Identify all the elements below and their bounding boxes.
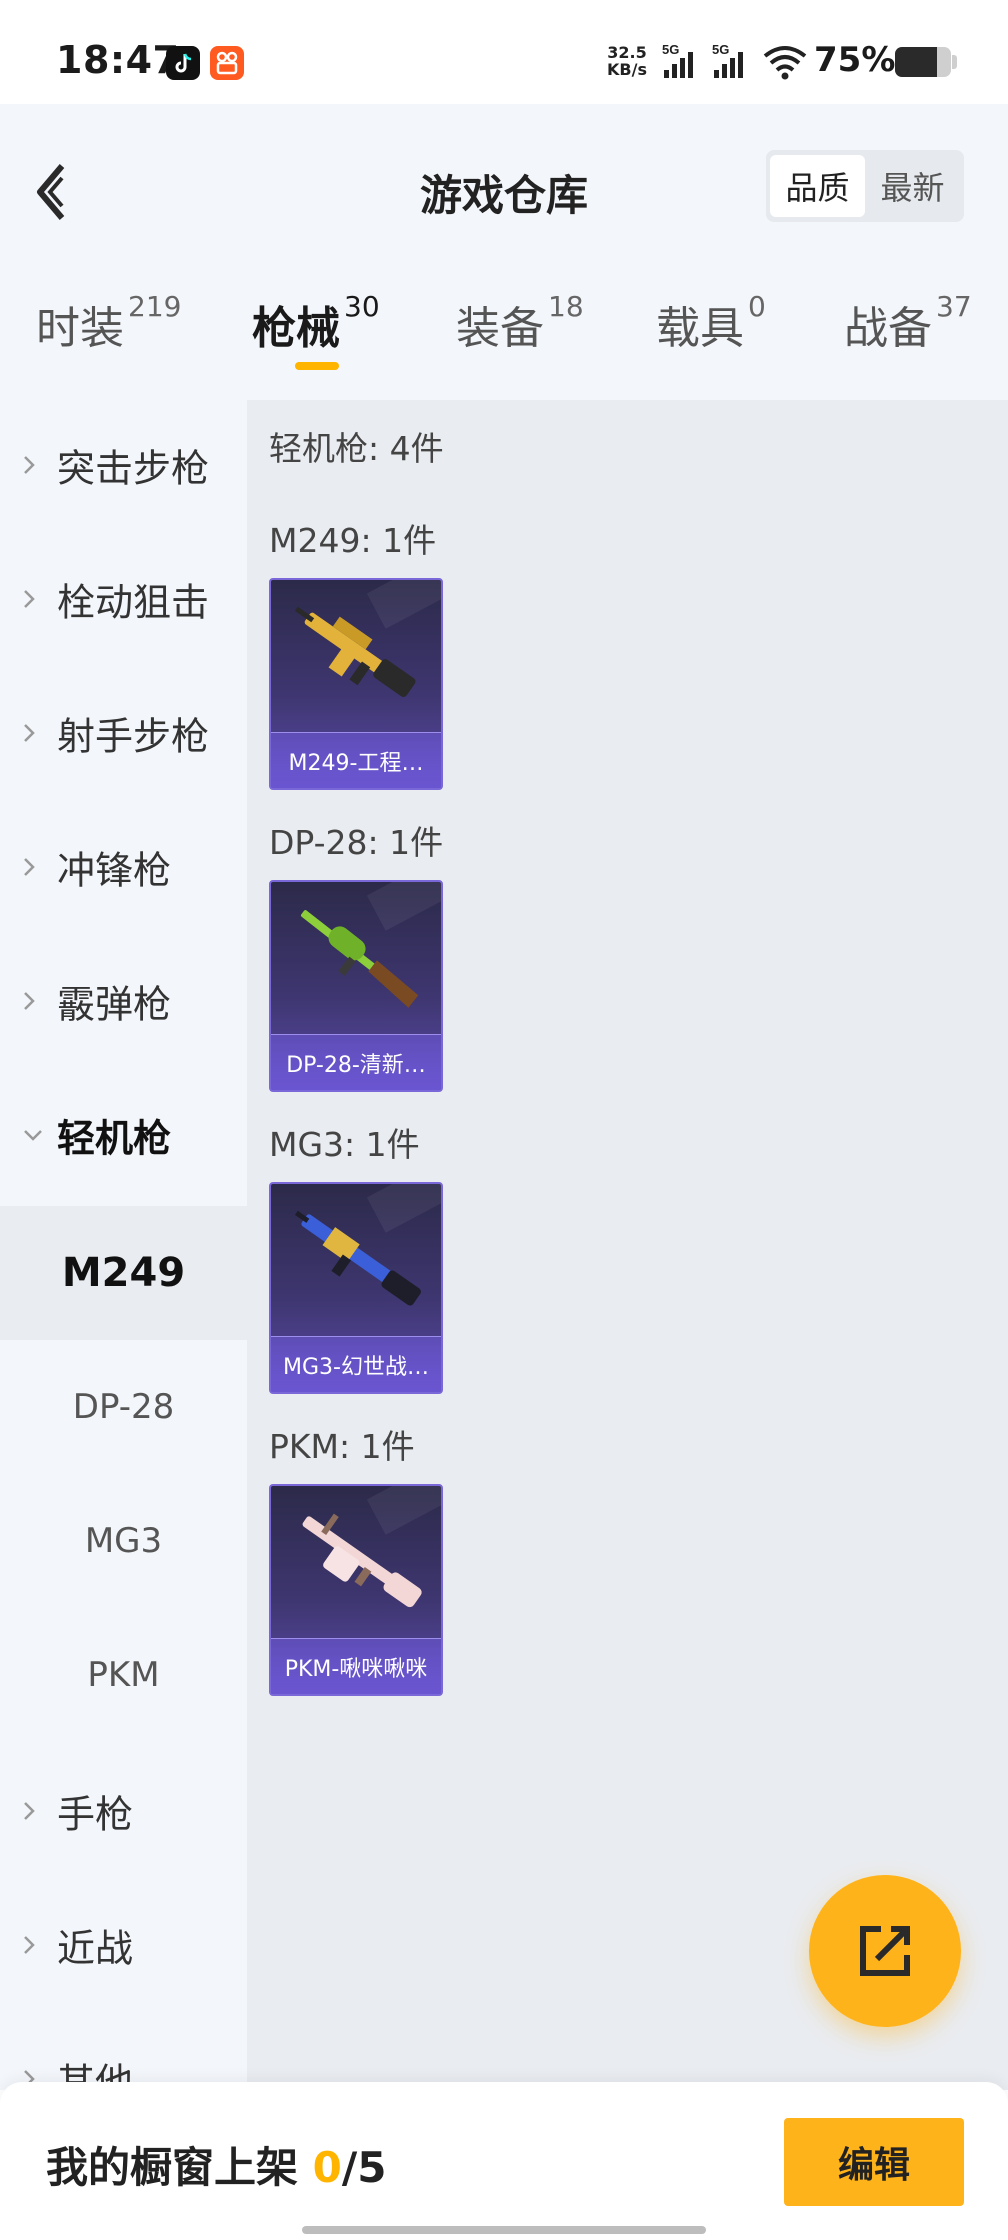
tab-label: 装备 [456, 303, 544, 354]
share-button[interactable] [809, 1875, 961, 2027]
item-name: PKM-啾咪啾咪 [271, 1638, 441, 1694]
tab-label: 战备 [844, 303, 932, 354]
item-card[interactable]: MG3-幻世战… [269, 1182, 443, 1394]
item-name: MG3-幻世战… [271, 1336, 441, 1392]
showcase-footer: 我的橱窗上架 0/5 编辑 [0, 2082, 1008, 2240]
sidebar-item-label: 近战 [57, 1926, 134, 1971]
sidebar-subitem-dp28[interactable]: DP-28 [0, 1340, 247, 1474]
battery-icon [895, 47, 951, 77]
sidebar-item-shotgun[interactable]: 霰弹枪 [0, 934, 247, 1068]
item-card[interactable]: M249-工程… [269, 578, 443, 790]
chevron-right-icon [24, 590, 35, 608]
header: 游戏仓库 品质 最新 时装 219 枪械 30 装备 18 载具 0 战备 37 [0, 104, 1008, 400]
chevron-right-icon [24, 1936, 35, 1954]
chevron-right-icon [24, 1802, 35, 1820]
item-list: 轻机枪: 4件 M249: 1件 M249-工程… DP-28: 1件 DP-2… [247, 400, 1008, 2090]
showcase-current-count: 0 [312, 2143, 342, 2192]
sidebar-item-other[interactable]: 其他 [0, 2012, 247, 2090]
sort-option-newest[interactable]: 最新 [865, 155, 960, 217]
status-bar: 18:47 32.5 KB/s 5G 5G 75% [0, 0, 1008, 104]
sidebar-item-bolt-sniper[interactable]: 栓动狙击 [0, 532, 247, 666]
sidebar-item-pistol[interactable]: 手枪 [0, 1744, 247, 1878]
tab-label: 载具 [656, 303, 744, 354]
sidebar-item-lmg[interactable]: 轻机枪 [0, 1068, 247, 1202]
weapon-category-sidebar: 突击步枪 栓动狙击 射手步枪 冲锋枪 霰弹枪 轻机枪 M249 DP-28 MG… [0, 400, 247, 2090]
pkm-gun-image [302, 1513, 422, 1608]
sidebar-item-label: 突击步枪 [57, 446, 210, 491]
sort-option-quality[interactable]: 品质 [770, 155, 865, 217]
group-title: M249: 1件 [269, 521, 437, 560]
chevron-right-icon [24, 724, 35, 742]
tab-count: 30 [344, 290, 380, 323]
chevron-right-icon [24, 992, 35, 1010]
sidebar-item-label: 冲锋枪 [57, 848, 172, 893]
battery-fill [895, 47, 937, 77]
group-title: MG3: 1件 [269, 1125, 420, 1164]
item-card[interactable]: PKM-啾咪啾咪 [269, 1484, 443, 1696]
svg-text:5G: 5G [712, 42, 729, 57]
category-tabs: 时装 219 枪械 30 装备 18 载具 0 战备 37 [0, 290, 1008, 392]
edit-button[interactable]: 编辑 [784, 2118, 964, 2206]
signal-icon: 5G [710, 42, 752, 86]
sidebar-item-label: 轻机枪 [57, 1116, 172, 1161]
item-card[interactable]: DP-28-清新… [269, 880, 443, 1092]
signal-icon: 5G [660, 42, 702, 86]
sidebar-item-label: 栓动狙击 [57, 580, 210, 625]
sidebar-item-melee[interactable]: 近战 [0, 1878, 247, 2012]
sidebar-subitem-pkm[interactable]: PKM [0, 1608, 247, 1742]
chevron-right-icon [24, 456, 35, 474]
sidebar-item-marksman-rifle[interactable]: 射手步枪 [0, 666, 247, 800]
share-external-icon [860, 1926, 910, 1976]
m249-gun-image [294, 606, 416, 697]
showcase-status: 我的橱窗上架 0/5 [46, 2143, 387, 2192]
battery-cap [952, 55, 957, 69]
sidebar-item-smg[interactable]: 冲锋枪 [0, 800, 247, 934]
category-summary: 轻机枪: 4件 [269, 429, 444, 468]
sidebar-item-assault-rifle[interactable]: 突击步枪 [0, 400, 247, 532]
sort-toggle: 品质 最新 [766, 150, 964, 222]
item-name: DP-28-清新… [271, 1034, 441, 1090]
tab-label: 时装 [36, 303, 124, 354]
group-title: DP-28: 1件 [269, 823, 444, 862]
net-speed: 32.5 KB/s [607, 43, 647, 79]
tab-label: 枪械 [252, 303, 340, 354]
dp28-gun-image [301, 910, 419, 1008]
tab-count: 18 [548, 290, 584, 323]
group-title: PKM: 1件 [269, 1427, 415, 1466]
sidebar-subitem-m249[interactable]: M249 [0, 1206, 247, 1340]
chevron-right-icon [24, 858, 35, 876]
tab-firearms[interactable]: 枪械 30 [252, 290, 380, 392]
kuaishou-icon [210, 46, 244, 80]
status-time: 18:47 [56, 38, 180, 82]
item-name: M249-工程… [271, 732, 441, 788]
tab-count: 0 [748, 290, 766, 323]
chevron-down-icon [24, 1130, 42, 1141]
tiktok-icon [166, 46, 200, 80]
tab-vehicles[interactable]: 载具 0 [656, 290, 766, 392]
svg-text:5G: 5G [662, 42, 679, 57]
tab-count: 37 [936, 290, 972, 323]
wifi-icon [762, 42, 808, 86]
tab-combat-gear[interactable]: 战备 37 [844, 290, 972, 392]
active-tab-indicator [295, 362, 339, 370]
tab-fashion[interactable]: 时装 219 [36, 290, 182, 392]
sidebar-item-label: 霰弹枪 [57, 982, 172, 1027]
showcase-total: /5 [341, 2143, 387, 2192]
mg3-gun-image [294, 1210, 421, 1306]
tab-equipment[interactable]: 装备 18 [456, 290, 584, 392]
sidebar-subitem-mg3[interactable]: MG3 [0, 1474, 247, 1608]
sidebar-item-label: 射手步枪 [57, 714, 210, 759]
battery-percent: 75% [814, 40, 896, 80]
tab-count: 219 [128, 290, 182, 323]
game-warehouse-screen: 18:47 32.5 KB/s 5G 5G 75% 游戏仓库 品质 最新 时装 … [0, 0, 1008, 2240]
sidebar-item-label: 手枪 [57, 1792, 134, 1837]
home-indicator[interactable] [302, 2226, 706, 2234]
